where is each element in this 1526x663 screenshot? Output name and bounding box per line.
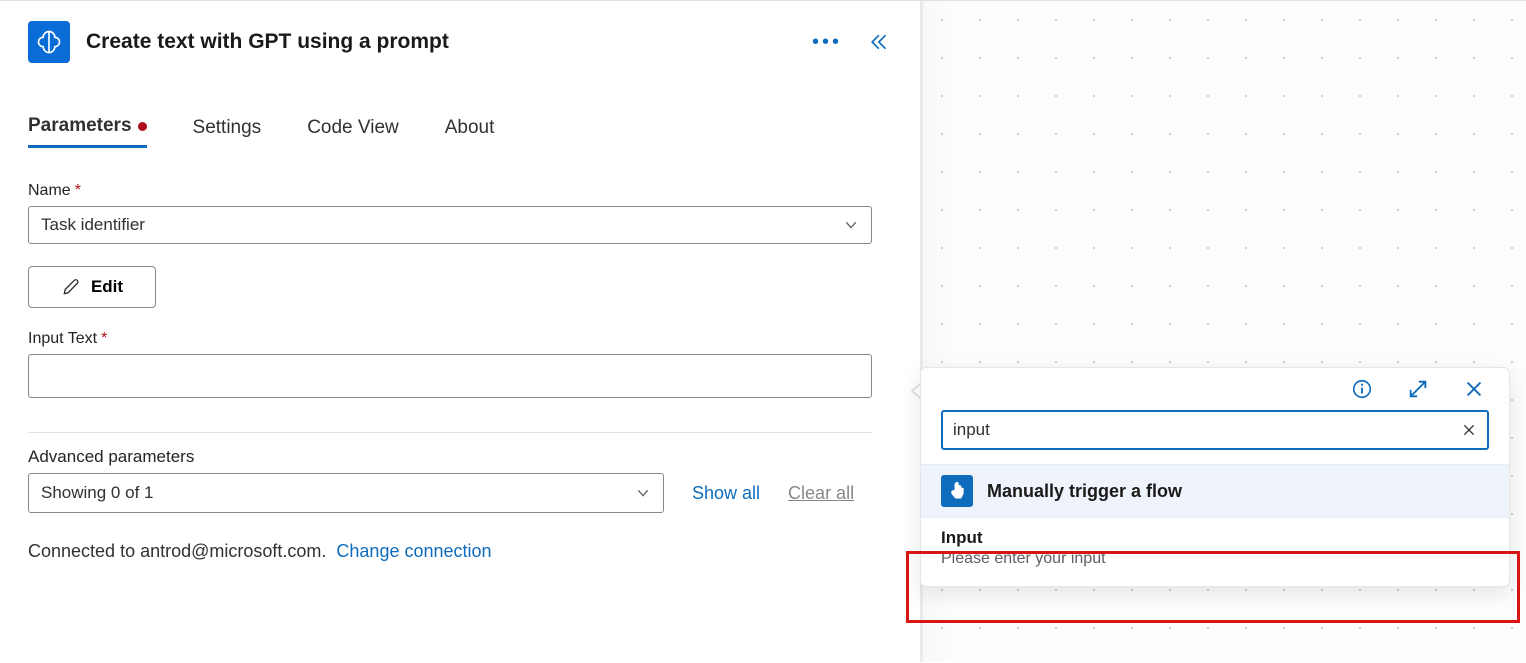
clear-all-link[interactable]: Clear all [788,483,854,504]
tab-parameters[interactable]: Parameters [28,115,147,148]
flyout-item-title: Input [941,528,1489,548]
advanced-row: Showing 0 of 1 Show all Clear all [28,473,892,513]
input-text-field[interactable] [28,354,872,398]
input-text-label: Input Text* [28,330,892,348]
tabs: Parameters Settings Code View About [28,115,892,148]
name-label: Name* [28,182,892,200]
chevron-down-icon [843,217,859,233]
flyout-toolbar [921,368,1509,404]
tab-indicator-dot [138,122,147,131]
more-menu-button[interactable]: ••• [812,32,842,52]
pencil-icon [61,277,81,297]
advanced-label: Advanced parameters [28,447,892,467]
flyout-item-input[interactable]: Input Please enter your input [921,518,1509,586]
action-brain-icon [28,21,70,63]
info-icon[interactable] [1351,378,1373,400]
action-config-panel: Create text with GPT using a prompt ••• … [0,1,920,663]
connection-text: Connected to antrod@microsoft.com. [28,541,326,562]
flyout-category-title: Manually trigger a flow [987,481,1182,502]
dynamic-content-flyout: Manually trigger a flow Input Please ent… [920,367,1510,587]
parameters-form: Name* Task identifier Edit Input Text* A… [28,182,892,562]
advanced-select[interactable]: Showing 0 of 1 [28,473,664,513]
required-indicator: * [101,330,107,348]
connection-row: Connected to antrod@microsoft.com. Chang… [28,541,892,562]
edit-button-label: Edit [91,277,123,297]
show-all-link[interactable]: Show all [692,483,760,504]
tab-label: Parameters [28,115,132,137]
flyout-item-desc: Please enter your input [941,550,1489,568]
collapse-panel-button[interactable] [868,32,888,52]
expand-icon[interactable] [1407,378,1429,400]
chevron-down-icon [635,485,651,501]
flyout-search-input[interactable] [953,420,1461,440]
name-select[interactable]: Task identifier [28,206,872,244]
tab-code-view[interactable]: Code View [307,115,399,148]
advanced-select-text: Showing 0 of 1 [41,483,153,503]
tab-label: About [445,117,495,139]
required-indicator: * [75,182,81,200]
panel-title: Create text with GPT using a prompt [86,30,796,54]
tab-about[interactable]: About [445,115,495,148]
name-value: Task identifier [41,215,145,235]
panel-header-actions: ••• [812,32,892,52]
manual-trigger-icon [941,475,973,507]
tab-label: Settings [193,117,262,139]
tab-settings[interactable]: Settings [193,115,262,148]
flyout-category-manual-trigger[interactable]: Manually trigger a flow [921,464,1509,518]
edit-button[interactable]: Edit [28,266,156,308]
close-icon[interactable] [1463,378,1485,400]
change-connection-link[interactable]: Change connection [336,541,491,562]
flyout-search[interactable] [941,410,1489,450]
clear-search-icon[interactable] [1461,422,1477,438]
panel-header: Create text with GPT using a prompt ••• [28,17,892,81]
divider [28,432,872,433]
tab-label: Code View [307,117,399,139]
